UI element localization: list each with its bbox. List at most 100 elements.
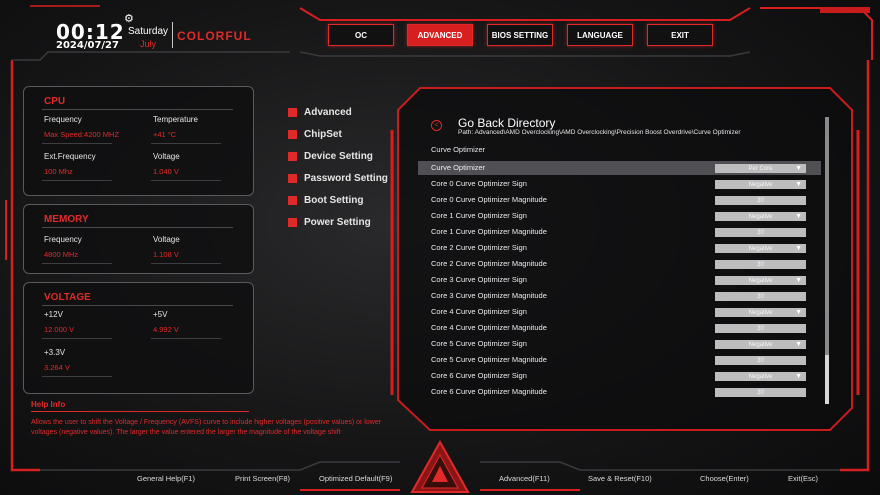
value-underline [42,263,112,264]
setting-value: 30 [757,389,764,396]
memory-title: MEMORY [44,214,89,225]
menu-label: ChipSet [304,129,342,140]
setting-value: 30 [757,325,764,332]
setting-dropdown[interactable]: Negative ▼ [715,372,806,381]
value-underline [42,143,112,144]
setting-value: Negative [748,309,773,316]
back-arrow-icon[interactable]: < [431,120,442,131]
setting-dropdown[interactable]: Negative ▼ [715,244,806,253]
tab-bios-setting[interactable]: BIOS SETTING [487,24,553,46]
setting-label: Core 2 Curve Optimizer Sign [431,243,527,252]
setting-value: 30 [757,293,764,300]
setting-value-field[interactable]: 30 [715,260,806,269]
setting-value-field[interactable]: 30 [715,196,806,205]
setting-label: Core 2 Curve Optimizer Magnitude [431,259,547,268]
weekday-label: Saturday [128,26,169,37]
footer-save-reset[interactable]: Save & Reset(F10) [588,474,652,483]
footer-choose[interactable]: Choose(Enter) [700,474,749,483]
memory-panel: MEMORY Frequency 4800 MHz Voltage 1.108 … [23,204,254,274]
menu-bullet-icon [288,108,297,117]
setting-row[interactable]: Core 0 Curve Optimizer Sign Negative ▼ [418,177,821,191]
menu-bullet-icon [288,174,297,183]
setting-label: Core 5 Curve Optimizer Magnitude [431,355,547,364]
menu-label: Boot Setting [304,195,364,206]
setting-value-field[interactable]: 30 [715,228,806,237]
dropdown-arrow-icon: ▼ [795,309,802,316]
footer-print-screen[interactable]: Print Screen(F8) [235,474,290,483]
cpu-title: CPU [44,96,66,107]
setting-row[interactable]: Core 6 Curve Optimizer Magnitude 30 [418,385,821,399]
setting-value-field[interactable]: 30 [715,388,806,397]
setting-value: 30 [757,261,764,268]
tab-oc[interactable]: OC [328,24,394,46]
tab-language[interactable]: LANGUAGE [567,24,633,46]
section-title: Curve Optimizer [431,145,486,154]
header-divider [172,22,173,48]
setting-value-field[interactable]: 30 [715,292,806,301]
menu-advanced[interactable]: Advanced [288,107,352,118]
menu-bullet-icon [288,130,297,139]
clock-date: 2024/07/27 [56,40,119,51]
scrollbar-thumb[interactable] [825,117,829,355]
setting-row[interactable]: Core 6 Curve Optimizer Sign Negative ▼ [418,369,821,383]
setting-row[interactable]: Core 0 Curve Optimizer Magnitude 30 [418,193,821,207]
setting-row[interactable]: Core 1 Curve Optimizer Sign Negative ▼ [418,209,821,223]
menu-device-setting[interactable]: Device Setting [288,151,373,162]
setting-value: 30 [757,229,764,236]
setting-value: Negative [748,373,773,380]
footer-optimized-default[interactable]: Optimized Default(F9) [319,474,392,483]
setting-dropdown[interactable]: Per Core ▼ [715,164,806,173]
menu-boot-setting[interactable]: Boot Setting [288,195,363,206]
setting-dropdown[interactable]: Negative ▼ [715,340,806,349]
setting-dropdown[interactable]: Negative ▼ [715,212,806,221]
cpu-voltage-label: Voltage [153,152,180,161]
cpu-frequency-label: Frequency [44,115,82,124]
setting-label: Curve Optimizer [431,163,486,172]
menu-chipset[interactable]: ChipSet [288,129,342,140]
panel-divider [42,227,233,228]
brand-logo: COLORFUL [177,29,252,43]
setting-label: Core 3 Curve Optimizer Magnitude [431,291,547,300]
setting-label: Core 0 Curve Optimizer Magnitude [431,195,547,204]
setting-dropdown[interactable]: Negative ▼ [715,276,806,285]
memory-voltage-value: 1.108 V [153,250,179,259]
memory-frequency-label: Frequency [44,235,82,244]
menu-power-setting[interactable]: Power Setting [288,217,371,228]
setting-row[interactable]: Core 3 Curve Optimizer Sign Negative ▼ [418,273,821,287]
footer-exit[interactable]: Exit(Esc) [788,474,818,483]
setting-row[interactable]: Curve Optimizer Per Core ▼ [418,161,821,175]
memory-voltage-label: Voltage [153,235,180,244]
setting-label: Core 1 Curve Optimizer Sign [431,211,527,220]
dropdown-arrow-icon: ▼ [795,341,802,348]
setting-row[interactable]: Core 4 Curve Optimizer Magnitude 30 [418,321,821,335]
menu-bullet-icon [288,152,297,161]
setting-dropdown[interactable]: Negative ▼ [715,180,806,189]
menu-label: Device Setting [304,151,373,162]
setting-dropdown[interactable]: Negative ▼ [715,308,806,317]
setting-row[interactable]: Core 5 Curve Optimizer Magnitude 30 [418,353,821,367]
setting-label: Core 6 Curve Optimizer Magnitude [431,387,547,396]
setting-row[interactable]: Core 1 Curve Optimizer Magnitude 30 [418,225,821,239]
value-underline [42,376,112,377]
dropdown-arrow-icon: ▼ [795,213,802,220]
menu-password-setting[interactable]: Password Setting [288,173,388,184]
v33-label: +3.3V [44,348,66,357]
setting-value-field[interactable]: 30 [715,356,806,365]
colorful-logo-icon [410,439,470,493]
setting-label: Core 3 Curve Optimizer Sign [431,275,527,284]
go-back-directory[interactable]: Go Back Directory [458,116,555,130]
tab-exit[interactable]: EXIT [647,24,713,46]
dropdown-arrow-icon: ▼ [795,277,802,284]
footer-general-help[interactable]: General Help(F1) [137,474,195,483]
tab-advanced[interactable]: ADVANCED [407,24,473,46]
footer-advanced[interactable]: Advanced(F11) [499,474,550,483]
setting-row[interactable]: Core 5 Curve Optimizer Sign Negative ▼ [418,337,821,351]
setting-row[interactable]: Core 2 Curve Optimizer Magnitude 30 [418,257,821,271]
setting-row[interactable]: Core 3 Curve Optimizer Magnitude 30 [418,289,821,303]
dropdown-arrow-icon: ▼ [795,181,802,188]
setting-row[interactable]: Core 2 Curve Optimizer Sign Negative ▼ [418,241,821,255]
setting-row[interactable]: Core 4 Curve Optimizer Sign Negative ▼ [418,305,821,319]
setting-value-field[interactable]: 30 [715,324,806,333]
gear-icon[interactable]: ⚙ [124,12,134,25]
setting-value: Negative [748,245,773,252]
